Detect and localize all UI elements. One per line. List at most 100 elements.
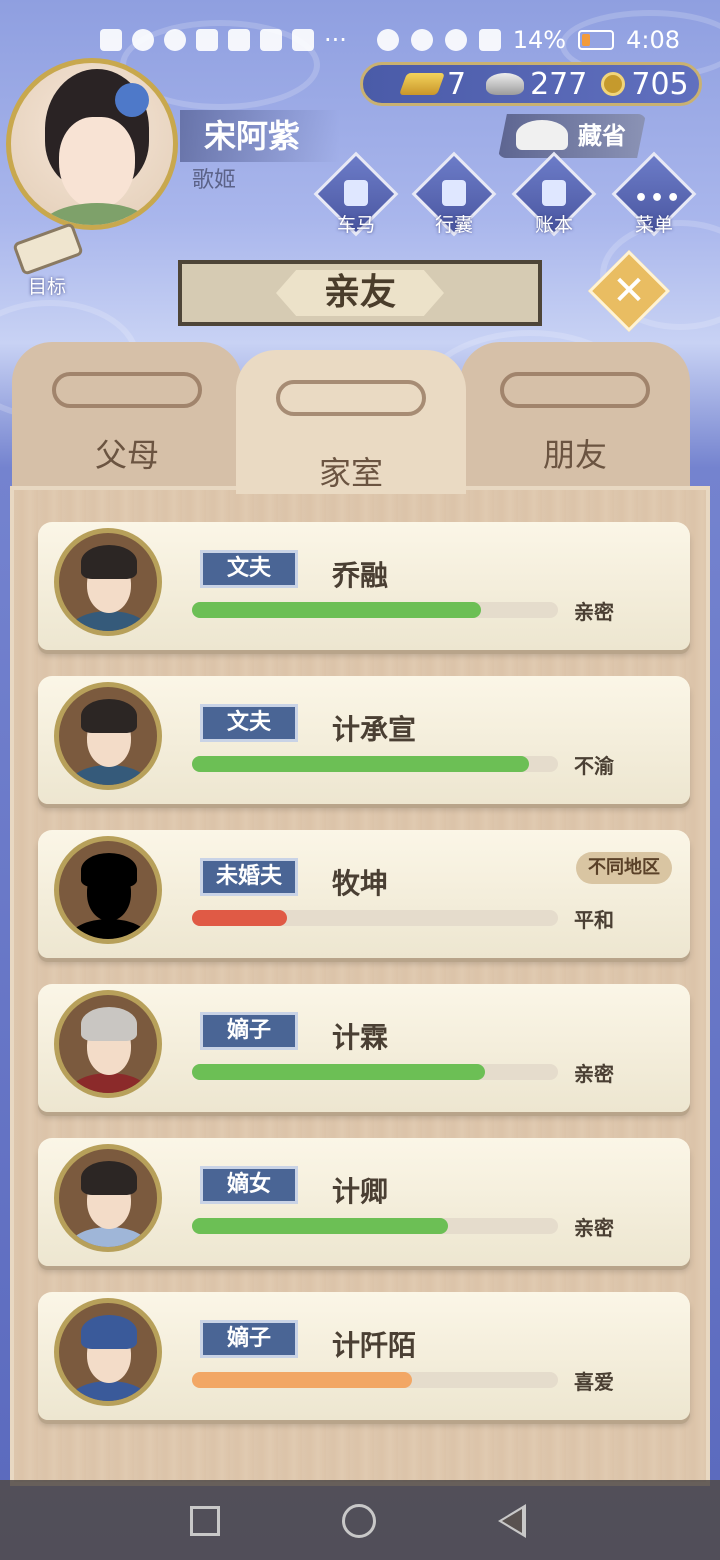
menu-label: 车马 bbox=[336, 214, 375, 236]
silver-ingot-icon bbox=[486, 73, 525, 95]
goal-label: 目标 bbox=[28, 276, 67, 298]
affection-bar-fill bbox=[192, 756, 529, 772]
alert-icon bbox=[100, 29, 122, 51]
ledger-icon bbox=[542, 180, 566, 206]
relative-portrait bbox=[54, 1298, 162, 1406]
battery-icon bbox=[578, 30, 615, 50]
relative-card[interactable]: 嫡子 计霖 亲密 bbox=[38, 984, 690, 1112]
moon-icon bbox=[444, 29, 467, 51]
more-notifications: ··· bbox=[324, 26, 347, 54]
cloud-ornament-icon bbox=[500, 372, 650, 408]
relative-name: 计阡陌 bbox=[332, 1329, 417, 1362]
reader-app-icon bbox=[292, 29, 314, 51]
relative-name: 计承宣 bbox=[332, 713, 417, 746]
affection-bar bbox=[192, 1372, 558, 1388]
gold-ingot-icon bbox=[398, 73, 446, 95]
relation-status: 亲密 bbox=[574, 1216, 614, 1240]
coin-amount: 705 bbox=[631, 66, 689, 102]
ink-stone-icon bbox=[516, 120, 568, 150]
gold-amount: 7 bbox=[447, 66, 467, 102]
affection-bar bbox=[192, 1064, 558, 1080]
sim-icon bbox=[196, 29, 218, 51]
menu-ledger-button[interactable]: 账本 bbox=[511, 151, 597, 242]
browser-app-icon bbox=[260, 29, 282, 51]
close-icon: ✕ bbox=[612, 268, 646, 314]
notification-icons: ··· bbox=[100, 26, 347, 54]
relative-name: 乔融 bbox=[332, 559, 389, 592]
affection-bar-fill bbox=[192, 1372, 412, 1388]
scroll-icon bbox=[12, 222, 84, 276]
back-icon[interactable] bbox=[498, 1504, 526, 1538]
tab-label: 朋友 bbox=[542, 436, 607, 474]
relative-name: 计卿 bbox=[332, 1175, 389, 1208]
page-title-banner: 亲友 bbox=[178, 260, 542, 326]
player-avatar[interactable] bbox=[6, 58, 178, 230]
system-icons: 14% 4:08 bbox=[376, 26, 680, 54]
relation-status: 亲密 bbox=[574, 600, 614, 624]
hair-flower-icon bbox=[115, 83, 149, 117]
goal-button[interactable]: 目标 bbox=[10, 222, 90, 298]
weather-app-icon bbox=[228, 29, 250, 51]
eye-icon bbox=[376, 29, 399, 51]
relative-card[interactable]: 嫡子 计阡陌 喜爱 bbox=[38, 1292, 690, 1420]
player-title: 歌姬 bbox=[192, 168, 237, 193]
tab-family[interactable]: 家室 bbox=[236, 350, 466, 494]
home-icon[interactable] bbox=[342, 1504, 376, 1538]
tab-parents[interactable]: 父母 bbox=[12, 342, 242, 492]
page-title: 亲友 bbox=[276, 270, 444, 316]
relation-role-tag: 未婚夫 bbox=[200, 858, 298, 896]
relative-card[interactable]: 文夫 计承宣 不渝 bbox=[38, 676, 690, 804]
relation-role-tag: 文夫 bbox=[200, 704, 298, 742]
affection-bar-fill bbox=[192, 1218, 449, 1234]
system-navigation-bar bbox=[0, 1480, 720, 1560]
relation-status: 亲密 bbox=[574, 1062, 614, 1086]
relative-name: 牧坤 bbox=[332, 867, 389, 900]
carriage-icon bbox=[344, 180, 368, 206]
alarm-icon bbox=[410, 29, 433, 51]
tab-label: 家室 bbox=[318, 454, 383, 492]
menu-label: 菜单 bbox=[634, 214, 673, 236]
relative-card[interactable]: 嫡女 计卿 亲密 bbox=[38, 1138, 690, 1266]
player-name: 宋阿紫 bbox=[180, 110, 340, 162]
affection-bar bbox=[192, 910, 558, 926]
relation-role-tag: 嫡女 bbox=[200, 1166, 298, 1204]
qq-icon bbox=[164, 29, 186, 51]
relative-card[interactable]: 未婚夫 牧坤 不同地区 平和 bbox=[38, 830, 690, 958]
menu-more-button[interactable]: ••• 菜单 bbox=[611, 151, 697, 242]
relation-role-tag: 嫡子 bbox=[200, 1320, 298, 1358]
wifi-icon bbox=[132, 29, 154, 51]
relative-portrait bbox=[54, 990, 162, 1098]
affection-bar bbox=[192, 1218, 558, 1234]
relation-role-tag: 嫡子 bbox=[200, 1012, 298, 1050]
relatives-list[interactable]: 文夫 乔融 亲密 文夫 计承宣 不渝 未婚夫 牧坤 不同地区 平和 嫡子 计霖 … bbox=[10, 486, 710, 1486]
relative-card[interactable]: 文夫 乔融 亲密 bbox=[38, 522, 690, 650]
relative-portrait bbox=[54, 528, 162, 636]
relation-status: 不渝 bbox=[574, 754, 614, 778]
relative-portrait-silhouette bbox=[54, 836, 162, 944]
different-region-badge: 不同地区 bbox=[576, 852, 672, 884]
more-dots-icon: ••• bbox=[634, 186, 683, 211]
menu-bag-button[interactable]: 行囊 bbox=[411, 151, 497, 242]
recent-apps-icon[interactable] bbox=[190, 1506, 220, 1536]
menu-label: 行囊 bbox=[434, 214, 473, 236]
cloud-ornament-icon bbox=[276, 380, 426, 416]
collection-button[interactable]: 藏省 bbox=[498, 114, 646, 158]
menu-carriage-button[interactable]: 车马 bbox=[313, 151, 399, 242]
affection-bar bbox=[192, 602, 558, 618]
mute-icon bbox=[478, 29, 501, 51]
currency-bar[interactable]: 7 277 705 bbox=[360, 62, 702, 106]
clock: 4:08 bbox=[626, 26, 680, 54]
tab-friends[interactable]: 朋友 bbox=[460, 342, 690, 492]
bag-icon bbox=[442, 180, 466, 206]
relation-status: 喜爱 bbox=[574, 1370, 614, 1394]
battery-percent: 14% bbox=[512, 26, 567, 54]
affection-bar-fill bbox=[192, 602, 482, 618]
affection-bar bbox=[192, 756, 558, 772]
collection-label: 藏省 bbox=[578, 122, 626, 150]
close-button[interactable]: ✕ bbox=[587, 249, 671, 333]
affection-bar-fill bbox=[192, 1064, 485, 1080]
menu-label: 账本 bbox=[534, 214, 573, 236]
tab-label: 父母 bbox=[94, 436, 159, 474]
relative-name: 计霖 bbox=[332, 1021, 389, 1054]
copper-coin-icon bbox=[601, 72, 626, 96]
